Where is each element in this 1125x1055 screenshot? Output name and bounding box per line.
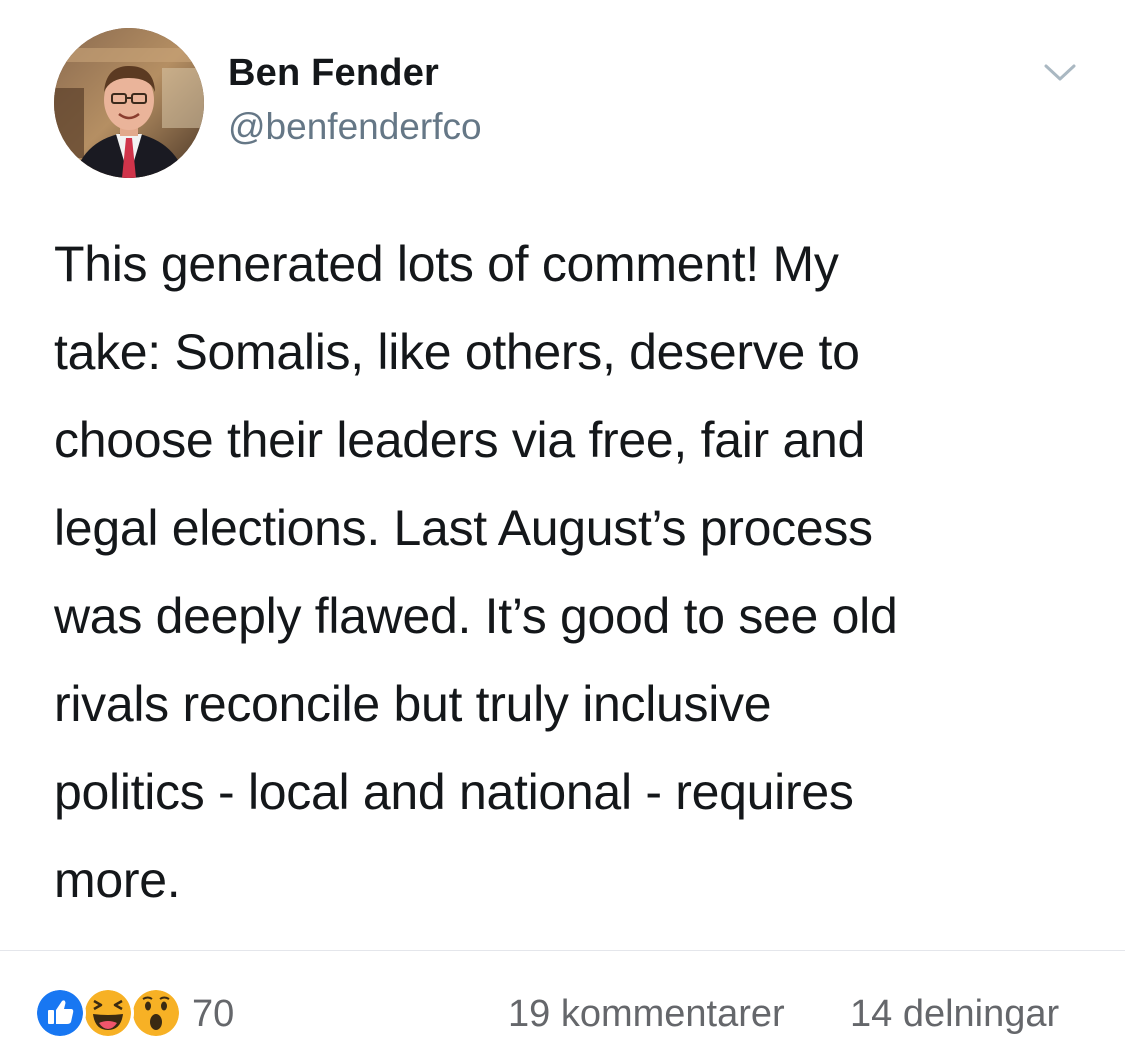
embedded-tweet: Ben Fender @benfenderfco This generated … (0, 0, 1125, 950)
tweet-text-line: take: Somalis, like others, deserve to (54, 324, 860, 380)
tweet-text-line: rivals reconcile but truly inclusive (54, 676, 772, 732)
shares-count[interactable]: 14 delningar (850, 993, 1059, 1036)
chevron-down-icon[interactable] (1042, 58, 1078, 86)
tweet-text-line: more. (54, 852, 181, 908)
like-icon (34, 987, 86, 1039)
author-display-name[interactable]: Ben Fender (228, 52, 439, 95)
avatar[interactable] (54, 28, 204, 178)
tweet-text-line: choose their leaders via free, fair and (54, 412, 865, 468)
comments-count[interactable]: 19 kommentarer (508, 993, 785, 1036)
tweet-text: This generated lots of comment! My take:… (54, 220, 1094, 924)
tweet-text-line: This generated lots of comment! My (54, 236, 839, 292)
tweet-text-line: legal elections. Last August’s process (54, 500, 873, 556)
reactions-bar: 70 19 kommentarer 14 delningar (0, 951, 1125, 1055)
facebook-post-screenshot: Ben Fender @benfenderfco This generated … (0, 0, 1125, 1055)
tweet-text-line: was deeply flawed. It’s good to see old (54, 588, 898, 644)
wow-icon (130, 987, 182, 1039)
tweet-text-line: politics - local and national - requires (54, 764, 854, 820)
author-handle[interactable]: @benfenderfco (228, 106, 482, 148)
haha-icon (82, 987, 134, 1039)
profile-photo-icon (54, 28, 204, 178)
reaction-count[interactable]: 70 (192, 993, 234, 1036)
